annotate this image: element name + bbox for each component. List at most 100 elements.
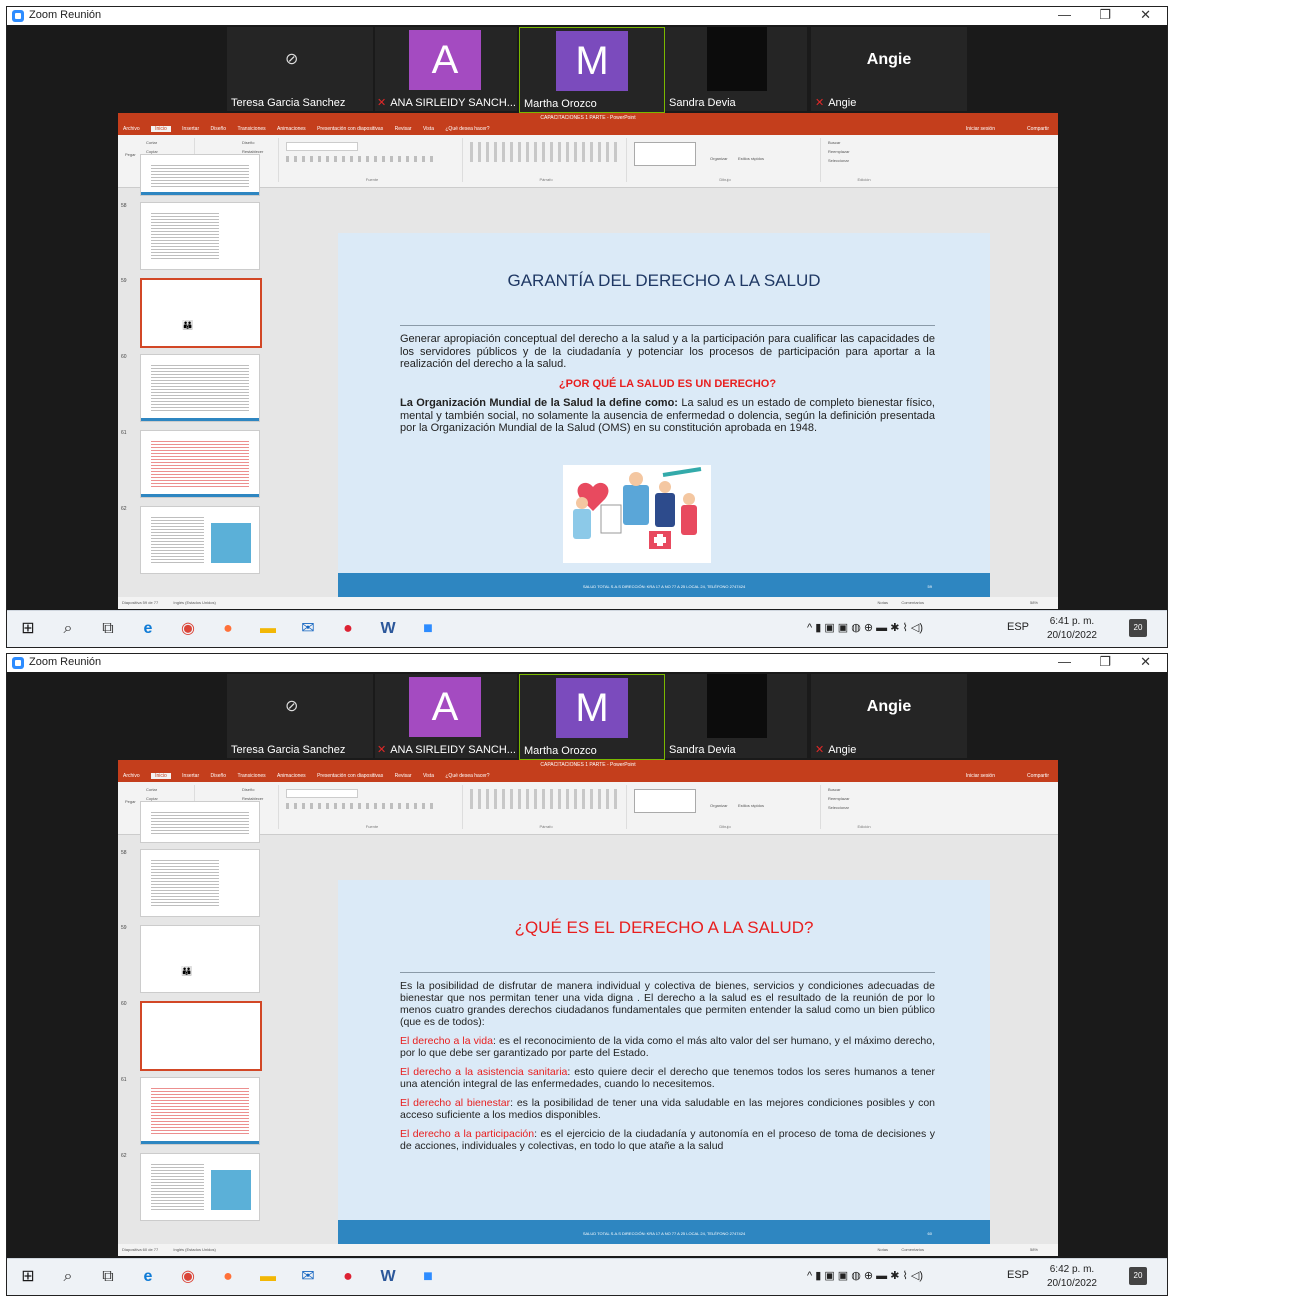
restore-icon[interactable]: ❐ — [1099, 7, 1111, 23]
menu-revisar[interactable]: Revisar — [395, 126, 412, 132]
share-button[interactable]: Compartir — [1027, 771, 1049, 782]
search-icon[interactable]: ⌕ — [57, 618, 79, 640]
select-button[interactable]: Seleccionar — [828, 158, 849, 163]
participant-tile-active[interactable]: M Martha Orozco — [519, 27, 665, 113]
notification-app-icon[interactable]: ● — [337, 618, 359, 640]
menu-transiciones[interactable]: Transiciones — [237, 126, 265, 132]
tell-me-input[interactable]: ¿Qué desea hacer? — [445, 773, 489, 779]
minimize-icon[interactable]: — — [1058, 7, 1071, 22]
edge-icon[interactable]: e — [137, 1266, 159, 1288]
slide-thumbnail[interactable] — [140, 1153, 260, 1221]
notification-badge[interactable]: 20 — [1129, 619, 1147, 637]
menu-presentacion[interactable]: Presentación con diapositivas — [317, 126, 383, 132]
slide-thumbnail[interactable] — [140, 506, 260, 574]
paste-button[interactable]: Pegar — [125, 152, 136, 157]
close-icon[interactable]: ✕ — [1140, 7, 1151, 23]
menu-inicio[interactable]: Inicio — [151, 773, 171, 779]
arrange-button[interactable]: Organizar — [710, 803, 728, 808]
slide-thumbnail[interactable]: 👪 — [140, 925, 260, 993]
zoom-app-icon[interactable]: ■ — [417, 618, 439, 640]
language-indicator[interactable]: ESP — [1007, 621, 1029, 633]
quick-styles-button[interactable]: Estilos rápidos — [738, 156, 764, 161]
mail-icon[interactable]: ✉ — [297, 618, 319, 640]
word-icon[interactable]: W — [377, 618, 399, 640]
menu-inicio[interactable]: Inicio — [151, 126, 171, 132]
font-name-input[interactable] — [286, 142, 358, 151]
zoom-level[interactable]: 58% — [1030, 1244, 1038, 1256]
windows-start-icon[interactable]: ⊞ — [17, 618, 39, 640]
menu-insertar[interactable]: Insertar — [182, 773, 199, 779]
firefox-icon[interactable]: ● — [217, 618, 239, 640]
slide-canvas[interactable]: GARANTÍA DEL DERECHO A LA SALUD Generar … — [338, 233, 990, 600]
search-icon[interactable]: ⌕ — [57, 1266, 79, 1288]
menu-vista[interactable]: Vista — [423, 773, 434, 779]
menu-vista[interactable]: Vista — [423, 126, 434, 132]
menu-archivo[interactable]: Archivo — [123, 773, 140, 779]
notes-button[interactable]: Notas — [878, 1244, 888, 1256]
task-view-icon[interactable]: ⧉ — [97, 618, 119, 640]
word-icon[interactable]: W — [377, 1266, 399, 1288]
find-button[interactable]: Buscar — [828, 140, 840, 145]
chrome-icon[interactable]: ◉ — [177, 618, 199, 640]
mail-icon[interactable]: ✉ — [297, 1266, 319, 1288]
menu-animaciones[interactable]: Animaciones — [277, 126, 306, 132]
slide-thumbnail[interactable] — [140, 154, 260, 196]
participant-tile[interactable]: Sandra Devia — [665, 27, 807, 111]
windows-start-icon[interactable]: ⊞ — [17, 1266, 39, 1288]
taskbar-clock[interactable]: 6:41 p. m. 20/10/2022 — [1047, 615, 1097, 643]
comments-button[interactable]: Comentarios — [901, 1244, 924, 1256]
select-button[interactable]: Seleccionar — [828, 805, 849, 810]
font-name-input[interactable] — [286, 789, 358, 798]
slide-thumbnail[interactable] — [140, 202, 260, 270]
menu-presentacion[interactable]: Presentación con diapositivas — [317, 773, 383, 779]
slide-thumbnail[interactable] — [140, 849, 260, 917]
shapes-gallery[interactable] — [634, 142, 696, 166]
participant-tile-active[interactable]: M Martha Orozco — [519, 674, 665, 760]
language-indicator[interactable]: ESP — [1007, 1269, 1029, 1281]
paragraph-buttons[interactable] — [470, 142, 620, 162]
participant-tile[interactable]: ⊘ Teresa Garcia Sanchez — [227, 27, 373, 111]
sign-in-link[interactable]: Iniciar sesión — [966, 124, 995, 135]
participant-tile[interactable]: Angie ✕ Angie — [811, 674, 967, 758]
task-view-icon[interactable]: ⧉ — [97, 1266, 119, 1288]
notification-badge[interactable]: 20 — [1129, 1267, 1147, 1285]
taskbar-clock[interactable]: 6:42 p. m. 20/10/2022 — [1047, 1263, 1097, 1291]
replace-button[interactable]: Reemplazar — [828, 149, 850, 154]
notes-button[interactable]: Notas — [878, 597, 888, 609]
language-status[interactable]: Inglés (Estados Unidos) — [173, 1247, 215, 1252]
minimize-icon[interactable]: — — [1058, 654, 1071, 669]
participant-tile[interactable]: ⊘ Teresa Garcia Sanchez — [227, 674, 373, 758]
restore-icon[interactable]: ❐ — [1099, 654, 1111, 670]
participant-tile[interactable]: Sandra Devia — [665, 674, 807, 758]
zoom-app-icon[interactable]: ■ — [417, 1266, 439, 1288]
slide-thumbnail[interactable] — [140, 430, 260, 498]
menu-transiciones[interactable]: Transiciones — [237, 773, 265, 779]
paragraph-buttons[interactable] — [470, 789, 620, 809]
menu-diseno[interactable]: Diseño — [211, 126, 227, 132]
cut-button[interactable]: Cortar — [146, 787, 157, 792]
comments-button[interactable]: Comentarios — [901, 597, 924, 609]
firefox-icon[interactable]: ● — [217, 1266, 239, 1288]
file-explorer-icon[interactable]: ▬ — [257, 1266, 279, 1288]
font-format-buttons[interactable] — [286, 156, 436, 162]
slide-thumbnail[interactable] — [140, 801, 260, 843]
layout-button[interactable]: Diseño — [242, 140, 254, 145]
notification-app-icon[interactable]: ● — [337, 1266, 359, 1288]
shapes-gallery[interactable] — [634, 789, 696, 813]
quick-styles-button[interactable]: Estilos rápidos — [738, 803, 764, 808]
tell-me-input[interactable]: ¿Qué desea hacer? — [445, 126, 489, 132]
chrome-icon[interactable]: ◉ — [177, 1266, 199, 1288]
system-tray-icons[interactable]: ^ ▮ ▣ ▣ ◍ ⊕ ▬ ✱ ⌇ ◁) — [807, 1269, 923, 1282]
font-format-buttons[interactable] — [286, 803, 436, 809]
menu-diseno[interactable]: Diseño — [211, 773, 227, 779]
zoom-level[interactable]: 58% — [1030, 597, 1038, 609]
find-button[interactable]: Buscar — [828, 787, 840, 792]
participant-tile[interactable]: A ✕ ANA SIRLEIDY SANCH... — [375, 674, 517, 758]
slide-canvas[interactable]: ¿QUÉ ES EL DERECHO A LA SALUD? Es la pos… — [338, 880, 990, 1247]
system-tray-icons[interactable]: ^ ▮ ▣ ▣ ◍ ⊕ ▬ ✱ ⌇ ◁) — [807, 621, 923, 634]
participant-tile[interactable]: A ✕ ANA SIRLEIDY SANCH... — [375, 27, 517, 111]
file-explorer-icon[interactable]: ▬ — [257, 618, 279, 640]
slide-thumbnail-selected[interactable] — [140, 1001, 262, 1071]
menu-insertar[interactable]: Insertar — [182, 126, 199, 132]
language-status[interactable]: Inglés (Estados Unidos) — [173, 600, 215, 605]
